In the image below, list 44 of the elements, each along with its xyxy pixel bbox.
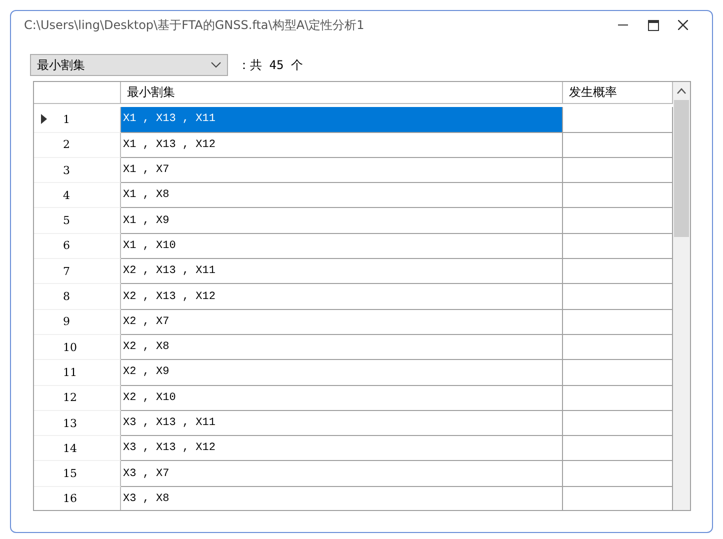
corner-header[interactable] [34, 82, 121, 104]
count-label: ：共 45 个 [238, 56, 303, 74]
type-dropdown[interactable]: 最小割集 [30, 54, 228, 76]
table-cell[interactable]: X2 , X9 [121, 360, 563, 386]
close-icon [678, 20, 688, 30]
vertical-scrollbar[interactable] [673, 82, 690, 510]
row-number: 10 [63, 340, 77, 354]
scroll-thumb[interactable] [674, 100, 689, 237]
row-number: 9 [63, 315, 70, 328]
table-cell[interactable]: X2 , X7 [121, 310, 563, 335]
row-number: 11 [63, 366, 77, 379]
row-number: 16 [63, 492, 77, 506]
table-cell[interactable]: X2 , X10 [121, 386, 563, 411]
row-number: 6 [63, 239, 70, 252]
maximize-icon [648, 20, 658, 30]
table-cell[interactable]: X1 , X13 , X12 [121, 132, 563, 158]
table-cell[interactable]: X1 , X8 [121, 183, 563, 208]
row-number: 5 [63, 214, 70, 228]
table-cell[interactable]: X2 , X13 , X11 [121, 259, 563, 284]
row-number: 3 [63, 164, 70, 177]
row-number: 2 [63, 138, 70, 152]
table-cell[interactable]: X3 , X13 , X12 [121, 436, 563, 462]
row-number: 4 [63, 188, 70, 202]
row-number: 1 [63, 112, 70, 126]
column-header[interactable]: 最小割集 [121, 82, 563, 104]
scroll-up-icon[interactable] [677, 88, 686, 94]
row-number: 14 [63, 442, 77, 455]
table-cell[interactable]: X3 , X7 [121, 461, 563, 487]
table-cell[interactable]: X1 , X7 [121, 158, 563, 184]
column-header[interactable]: 发生概率 [563, 82, 673, 104]
table-cell[interactable]: X2 , X8 [121, 334, 563, 360]
chevron-down-icon [211, 62, 221, 68]
row-number: 8 [63, 290, 70, 304]
row-number: 12 [63, 391, 77, 404]
table-cell[interactable]: X1 , X13 , X11 [121, 107, 563, 133]
window-title: C:\Users\ling\Desktop\基于FTA的GNSS.fta\构型A\定性分析1 [24, 16, 366, 34]
row-number: 13 [63, 416, 77, 430]
table-cell[interactable]: X3 , X8 [121, 486, 563, 510]
table-cell[interactable]: X1 , X9 [121, 208, 563, 234]
table-cell[interactable]: X3 , X13 , X11 [121, 410, 563, 436]
table-cell[interactable]: X1 , X10 [121, 234, 563, 260]
table-cell[interactable]: X2 , X13 , X12 [121, 284, 563, 310]
row-number: 15 [63, 467, 77, 480]
row-number: 7 [63, 264, 70, 278]
